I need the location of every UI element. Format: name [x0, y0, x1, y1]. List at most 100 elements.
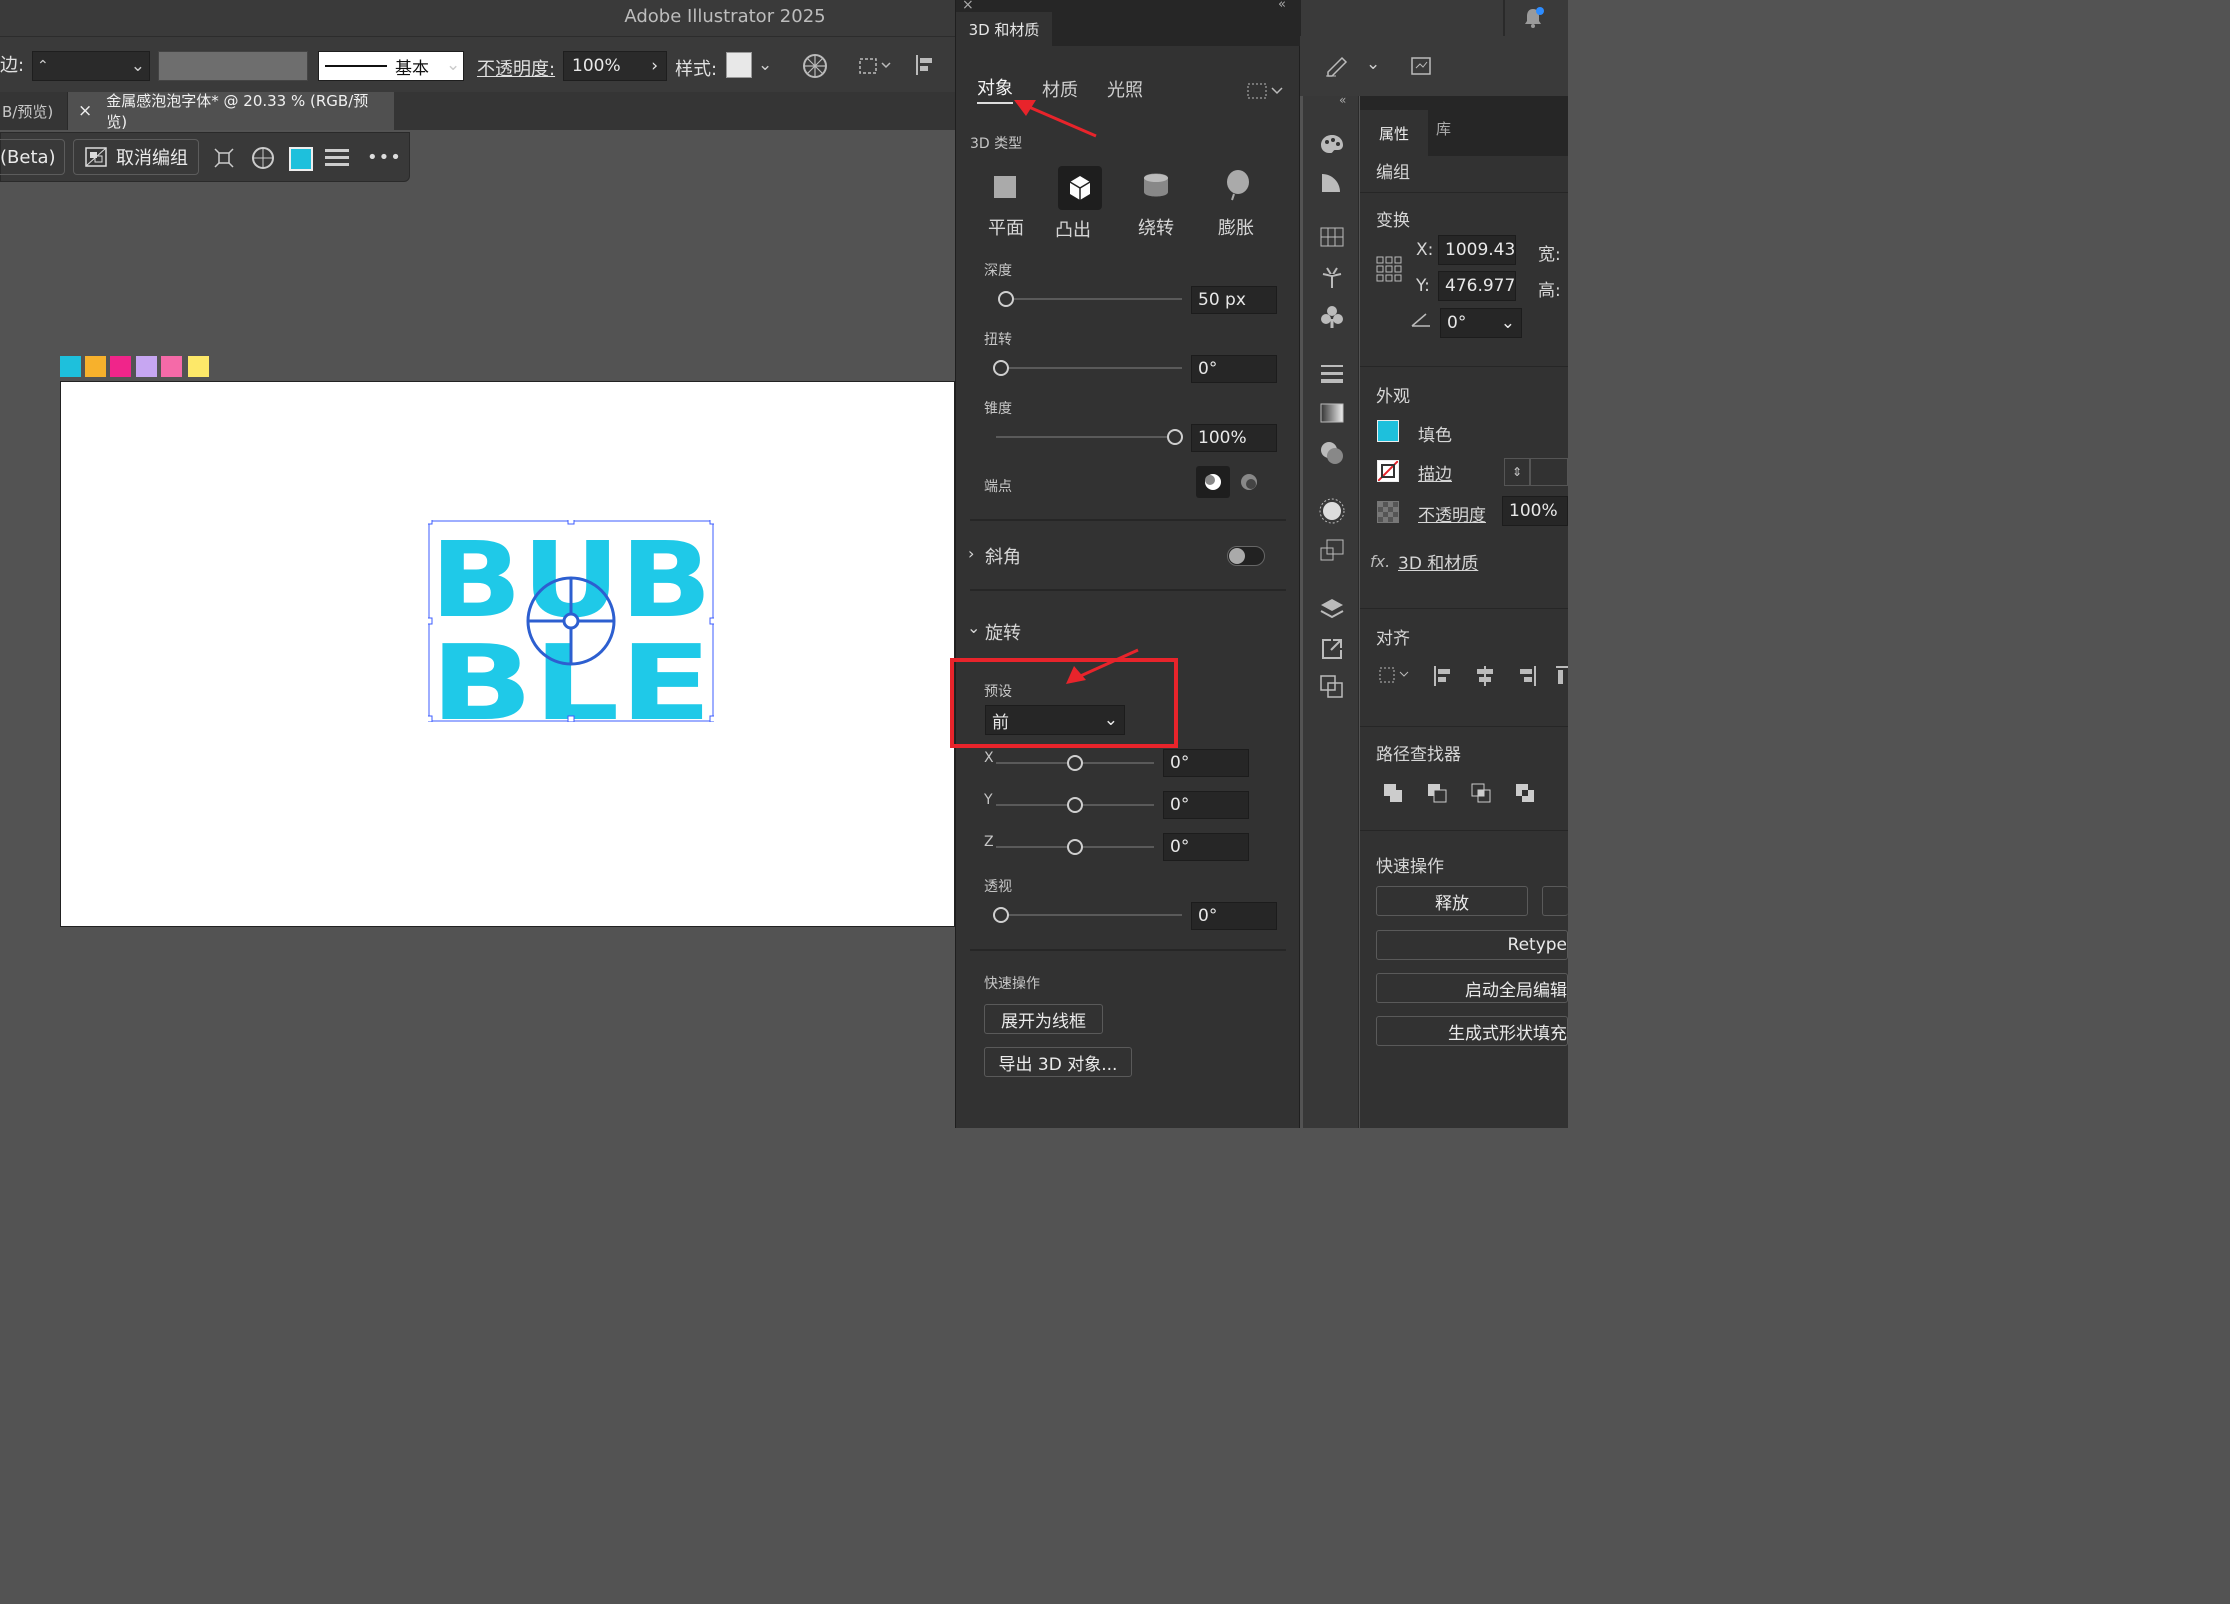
- y-slider-knob[interactable]: [1067, 797, 1083, 813]
- effect-3d-materials-link[interactable]: 3D 和材质: [1398, 549, 1478, 574]
- y-position-input[interactable]: 476.977: [1438, 271, 1516, 301]
- taper-slider-knob[interactable]: [1167, 429, 1183, 445]
- y-input[interactable]: 0°: [1163, 791, 1249, 819]
- transparency-icon[interactable]: [1319, 440, 1345, 466]
- recolor-icon[interactable]: [251, 146, 275, 170]
- stroke-weight-stepper[interactable]: ⇕: [1504, 458, 1530, 486]
- chevron-down-icon[interactable]: ⌄: [1366, 54, 1380, 74]
- twist-input[interactable]: 0°: [1191, 355, 1277, 383]
- opacity-label[interactable]: 不透明度:: [477, 55, 555, 81]
- stroke-weight-field[interactable]: [1530, 458, 1568, 486]
- align-left-icon[interactable]: [1432, 664, 1454, 688]
- depth-slider-knob[interactable]: [998, 291, 1014, 307]
- twist-slider-knob[interactable]: [993, 360, 1009, 376]
- more-options-icon[interactable]: •••: [367, 147, 402, 168]
- variable-width-profile[interactable]: [158, 51, 308, 81]
- artboard-icon[interactable]: [1408, 52, 1434, 78]
- tab-previous-document[interactable]: B/预览): [0, 92, 68, 130]
- twist-track[interactable]: [996, 367, 1182, 369]
- rotate-angle-dropdown[interactable]: 0° ⌄: [1440, 308, 1522, 338]
- depth-track[interactable]: [1000, 298, 1182, 300]
- gradient-icon[interactable]: [1319, 402, 1345, 424]
- color-swatch[interactable]: [136, 356, 157, 377]
- chevron-right-icon[interactable]: ›: [968, 544, 974, 563]
- tab-current-document[interactable]: × 金属感泡泡字体* @ 20.33 % (RGB/预览): [68, 92, 394, 131]
- swatches-icon[interactable]: [1319, 226, 1345, 248]
- align-center-icon[interactable]: [1474, 664, 1496, 688]
- bubble-artwork[interactable]: BUB BLE: [428, 520, 714, 722]
- menu-lines-icon[interactable]: [325, 147, 349, 169]
- color-swatch[interactable]: [60, 356, 81, 377]
- tab-libraries[interactable]: 库: [1436, 118, 1451, 139]
- z-input[interactable]: 0°: [1163, 833, 1249, 861]
- color-swatch[interactable]: [161, 356, 182, 377]
- depth-input[interactable]: 50 px: [1191, 286, 1277, 314]
- chevron-right-icon[interactable]: ›: [651, 56, 658, 76]
- recolor-icon[interactable]: [802, 53, 828, 79]
- opacity-input[interactable]: 100%: [1502, 496, 1568, 526]
- cap-on-button[interactable]: [1196, 466, 1230, 498]
- tab-object[interactable]: 对象: [977, 74, 1013, 104]
- align-to-icon[interactable]: [858, 55, 894, 77]
- perspective-input[interactable]: 0°: [1191, 902, 1277, 930]
- opacity-label[interactable]: 不透明度: [1418, 501, 1486, 526]
- gradient-guide-icon[interactable]: [1319, 170, 1345, 194]
- align-to-selection-icon[interactable]: [1378, 664, 1414, 686]
- next-action-button[interactable]: [1542, 886, 1568, 916]
- x-position-input[interactable]: 1009.43: [1438, 235, 1516, 265]
- exclude-icon[interactable]: [1514, 782, 1538, 804]
- artboards-icon[interactable]: [1319, 674, 1345, 700]
- taper-input[interactable]: 100%: [1191, 424, 1277, 452]
- fill-label[interactable]: 填色: [1418, 421, 1452, 446]
- chevron-down-icon[interactable]: ⌄: [967, 618, 980, 637]
- chevron-down-icon[interactable]: ⌄: [446, 55, 460, 75]
- x-input[interactable]: 0°: [1163, 749, 1249, 777]
- isolate-icon[interactable]: [213, 147, 235, 169]
- stroke-weight-field[interactable]: ⌃ ⌄: [32, 51, 150, 81]
- chevron-down-icon[interactable]: ⌄: [131, 56, 145, 76]
- generative-shape-fill-button[interactable]: 生成式形状填充: [1376, 1016, 1568, 1046]
- cap-off-button[interactable]: [1234, 466, 1264, 498]
- expand-wireframe-button[interactable]: 展开为线框: [984, 1004, 1103, 1034]
- color-swatch[interactable]: [188, 356, 209, 377]
- type-revolve[interactable]: 绕转: [1126, 168, 1186, 240]
- z-slider-knob[interactable]: [1067, 839, 1083, 855]
- beta-button[interactable]: (Beta): [0, 139, 65, 175]
- stroke-panel-icon[interactable]: [1319, 362, 1345, 384]
- graphic-styles-icon[interactable]: [1319, 538, 1345, 564]
- global-edit-button[interactable]: 启动全局编辑: [1376, 973, 1568, 1003]
- align-top-icon[interactable]: [1556, 664, 1568, 688]
- retype-button[interactable]: Retype: [1376, 930, 1568, 960]
- unite-icon[interactable]: [1382, 782, 1406, 804]
- tab-3d-materials[interactable]: 3D 和材质: [956, 12, 1052, 46]
- type-extrude[interactable]: 凸出: [1050, 166, 1110, 242]
- x-slider-knob[interactable]: [1067, 755, 1083, 771]
- stepper-icon[interactable]: ⌃: [37, 58, 49, 74]
- close-icon[interactable]: ×: [78, 101, 92, 121]
- align-right-icon[interactable]: [1516, 664, 1538, 688]
- brushes-icon[interactable]: [1319, 264, 1345, 290]
- chevron-down-icon[interactable]: ⌄: [758, 55, 772, 75]
- align-left-icon[interactable]: [914, 53, 936, 77]
- perspective-track[interactable]: [996, 914, 1182, 916]
- ungroup-button[interactable]: 取消编组: [73, 139, 199, 175]
- tab-properties[interactable]: 属性: [1360, 110, 1428, 156]
- type-inflate[interactable]: 膨胀: [1206, 168, 1266, 240]
- minus-front-icon[interactable]: [1426, 782, 1450, 804]
- symbols-icon[interactable]: [1319, 304, 1345, 330]
- opacity-field[interactable]: 100% ›: [563, 51, 667, 81]
- color-swatch[interactable]: [110, 356, 131, 377]
- stroke-color-swatch[interactable]: [1377, 460, 1399, 482]
- bell-icon[interactable]: [1520, 6, 1546, 30]
- collapse-icon[interactable]: «: [1339, 93, 1346, 107]
- fx-icon[interactable]: fx.: [1370, 552, 1390, 571]
- brush-definition[interactable]: 基本: [318, 51, 464, 81]
- color-swatch[interactable]: [85, 356, 106, 377]
- tab-lighting[interactable]: 光照: [1107, 76, 1143, 102]
- bevel-toggle[interactable]: [1227, 546, 1265, 566]
- style-swatch[interactable]: [726, 52, 752, 78]
- render-options-icon[interactable]: [1246, 80, 1288, 100]
- appearance-icon[interactable]: [1319, 498, 1345, 524]
- collapse-icon[interactable]: «: [1278, 0, 1286, 12]
- release-button[interactable]: 释放: [1376, 886, 1528, 916]
